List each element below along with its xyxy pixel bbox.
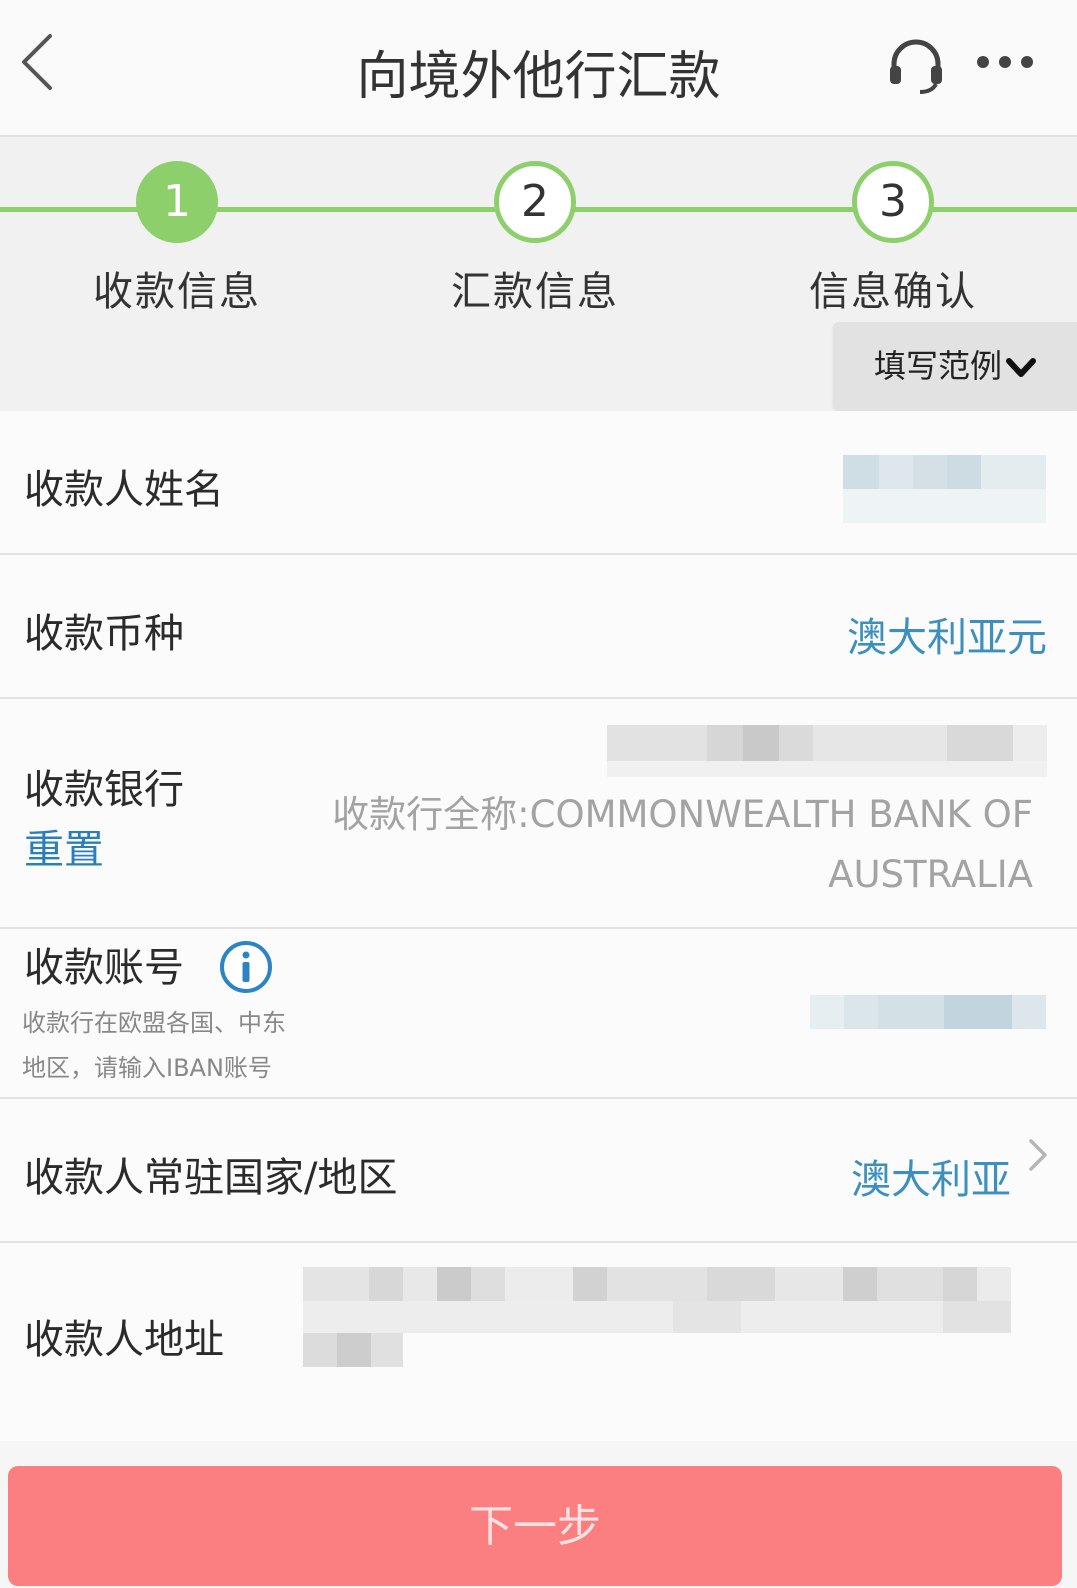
currency-value: 澳大利亚元 [847,615,1047,661]
step-2-label: 汇款信息 [451,269,619,315]
iban-hint-line2: 地区，请输入IBAN账号 [22,1054,272,1082]
payee-name-row[interactable]: 收款人姓名 [0,411,1077,555]
bank-label: 收款银行 [24,767,184,813]
step-1: 1 收款信息 [57,161,297,317]
country-value: 澳大利亚 [851,1157,1011,1203]
account-row[interactable]: 收款账号 收款行在欧盟各国、中东 地区，请输入IBAN账号 [0,929,1077,1099]
bank-value-redacted [607,725,1047,777]
iban-hint: 收款行在欧盟各国、中东 地区，请输入IBAN账号 [22,1001,322,1091]
iban-hint-line1: 收款行在欧盟各国、中东 [22,1009,286,1037]
next-step-button[interactable]: 下一步 [8,1466,1062,1586]
chevron-right-icon [1029,1139,1047,1171]
fill-example-button[interactable]: 填写范例 [833,322,1077,410]
bank-row[interactable]: 收款银行 重置 收款行全称:COMMONWEALTH BANK OF AUSTR… [0,699,1077,929]
bank-name-placeholder: 收款行全称:COMMONWEALTH BANK OF AUSTRALIA [332,793,1033,896]
step-2: 2 汇款信息 [415,161,655,317]
nav-bar: 向境外他行汇款 [0,0,1077,137]
address-value-redacted [303,1267,1043,1369]
step-2-circle: 2 [494,161,576,243]
step-3: 3 信息确认 [773,161,1013,317]
currency-label: 收款币种 [24,611,184,657]
payee-name-value-redacted [843,455,1046,523]
chevron-down-icon [1006,358,1036,377]
country-label: 收款人常驻国家/地区 [24,1155,398,1201]
headset-icon[interactable] [884,34,948,98]
payee-name-label: 收款人姓名 [24,467,224,513]
progress-steps: 1 收款信息 2 汇款信息 3 信息确认 填写范例 [0,137,1077,411]
account-label: 收款账号 [24,945,184,991]
step-3-label: 信息确认 [809,269,977,315]
info-icon[interactable] [218,939,274,995]
step-3-circle: 3 [852,161,934,243]
currency-row[interactable]: 收款币种 澳大利亚元 [0,555,1077,699]
country-row[interactable]: 收款人常驻国家/地区 澳大利亚 [0,1099,1077,1243]
address-label: 收款人地址 [24,1317,224,1363]
reset-link[interactable]: 重置 [24,817,104,875]
step-1-circle: 1 [136,161,218,243]
more-dots-icon[interactable] [975,44,1035,80]
step-1-label: 收款信息 [93,269,261,315]
fill-example-label: 填写范例 [873,347,1002,385]
account-value-redacted [810,995,1046,1029]
address-row[interactable]: 收款人地址 [0,1243,1077,1441]
